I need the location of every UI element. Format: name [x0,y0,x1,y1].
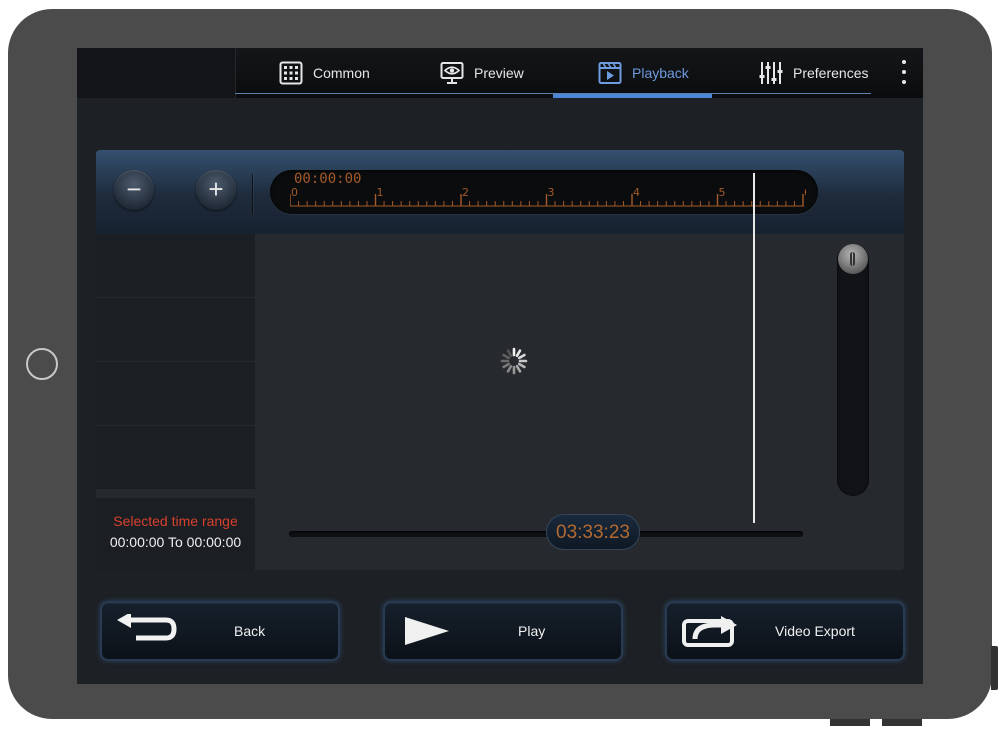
back-label: Back [234,623,266,639]
tab-playback[interactable]: Playback [598,48,689,98]
time-ruler[interactable]: 00:00:00 0 1 2 3 4 5 6 [270,170,818,214]
ruler-label: 5 [719,186,726,199]
side-button[interactable] [991,646,998,690]
tab-preview-label: Preview [474,65,524,81]
tab-common[interactable]: Common [279,48,370,98]
timeline-canvas[interactable]: 03:33:23 [255,173,904,570]
volume-button[interactable] [882,719,922,726]
tab-preferences[interactable]: Preferences [759,48,868,98]
selected-range-label: Selected time range [113,513,238,529]
eye-monitor-icon [440,62,464,84]
tab-bar-spacer [77,48,236,98]
more-vertical-icon[interactable] [899,60,909,84]
home-button[interactable] [26,348,58,380]
ruler-label: 4 [633,186,640,199]
vertical-scroll-track[interactable] [837,244,869,496]
tab-common-label: Common [313,65,370,81]
ruler-label: 0 [291,186,298,199]
tab-preview[interactable]: Preview [440,48,524,98]
zoom-in-button[interactable]: + [196,170,236,210]
track-list: Selected time range 00:00:00 To 00:00:00 [96,234,255,570]
ruler-label: 6 [804,186,806,199]
active-tab-indicator [553,94,712,98]
tab-bar: Common Preview Playback Preferences [77,48,923,98]
tab-playback-label: Playback [632,65,689,81]
play-label: Play [518,623,546,639]
timeline-panel: − + 00:00:00 0 1 2 3 4 5 6 Selected time range… [96,150,904,570]
ruler-time: 00:00:00 [294,171,362,187]
ruler-label: 2 [462,186,469,199]
track-row[interactable] [96,426,255,490]
spinner-icon [500,347,528,375]
selected-range-value: 00:00:00 To 00:00:00 [109,534,242,550]
back-arrow-icon [117,614,177,641]
selected-range-box: Selected time range 00:00:00 To 00:00:00 [96,498,255,570]
grid-icon [279,61,303,85]
playhead-line[interactable] [753,173,755,523]
ruler-ticks: 0 1 2 3 4 5 6 [290,186,806,207]
app-screen: Common Preview Playback Preferences − + … [77,48,923,684]
back-button[interactable]: Back [100,601,340,661]
zoom-out-button[interactable]: − [114,170,154,210]
film-icon [598,62,622,84]
ruler-label: 1 [377,186,384,199]
export-share-icon [682,616,737,647]
video-export-button[interactable]: Video Export [665,601,905,661]
play-button[interactable]: Play [383,601,623,661]
sliders-icon [759,62,783,84]
timeline-header: − + 00:00:00 0 1 2 3 4 5 6 [96,150,904,235]
ruler-label: 3 [548,186,555,199]
header-divider [252,174,253,214]
track-row[interactable] [96,362,255,426]
current-time-display[interactable]: 03:33:23 [546,514,640,550]
track-row[interactable] [96,298,255,362]
volume-button[interactable] [830,719,870,726]
play-icon [405,617,449,645]
vertical-scroll-knob[interactable] [838,244,868,274]
tab-preferences-label: Preferences [793,65,869,81]
video-export-label: Video Export [775,623,855,639]
track-row[interactable] [96,234,255,298]
